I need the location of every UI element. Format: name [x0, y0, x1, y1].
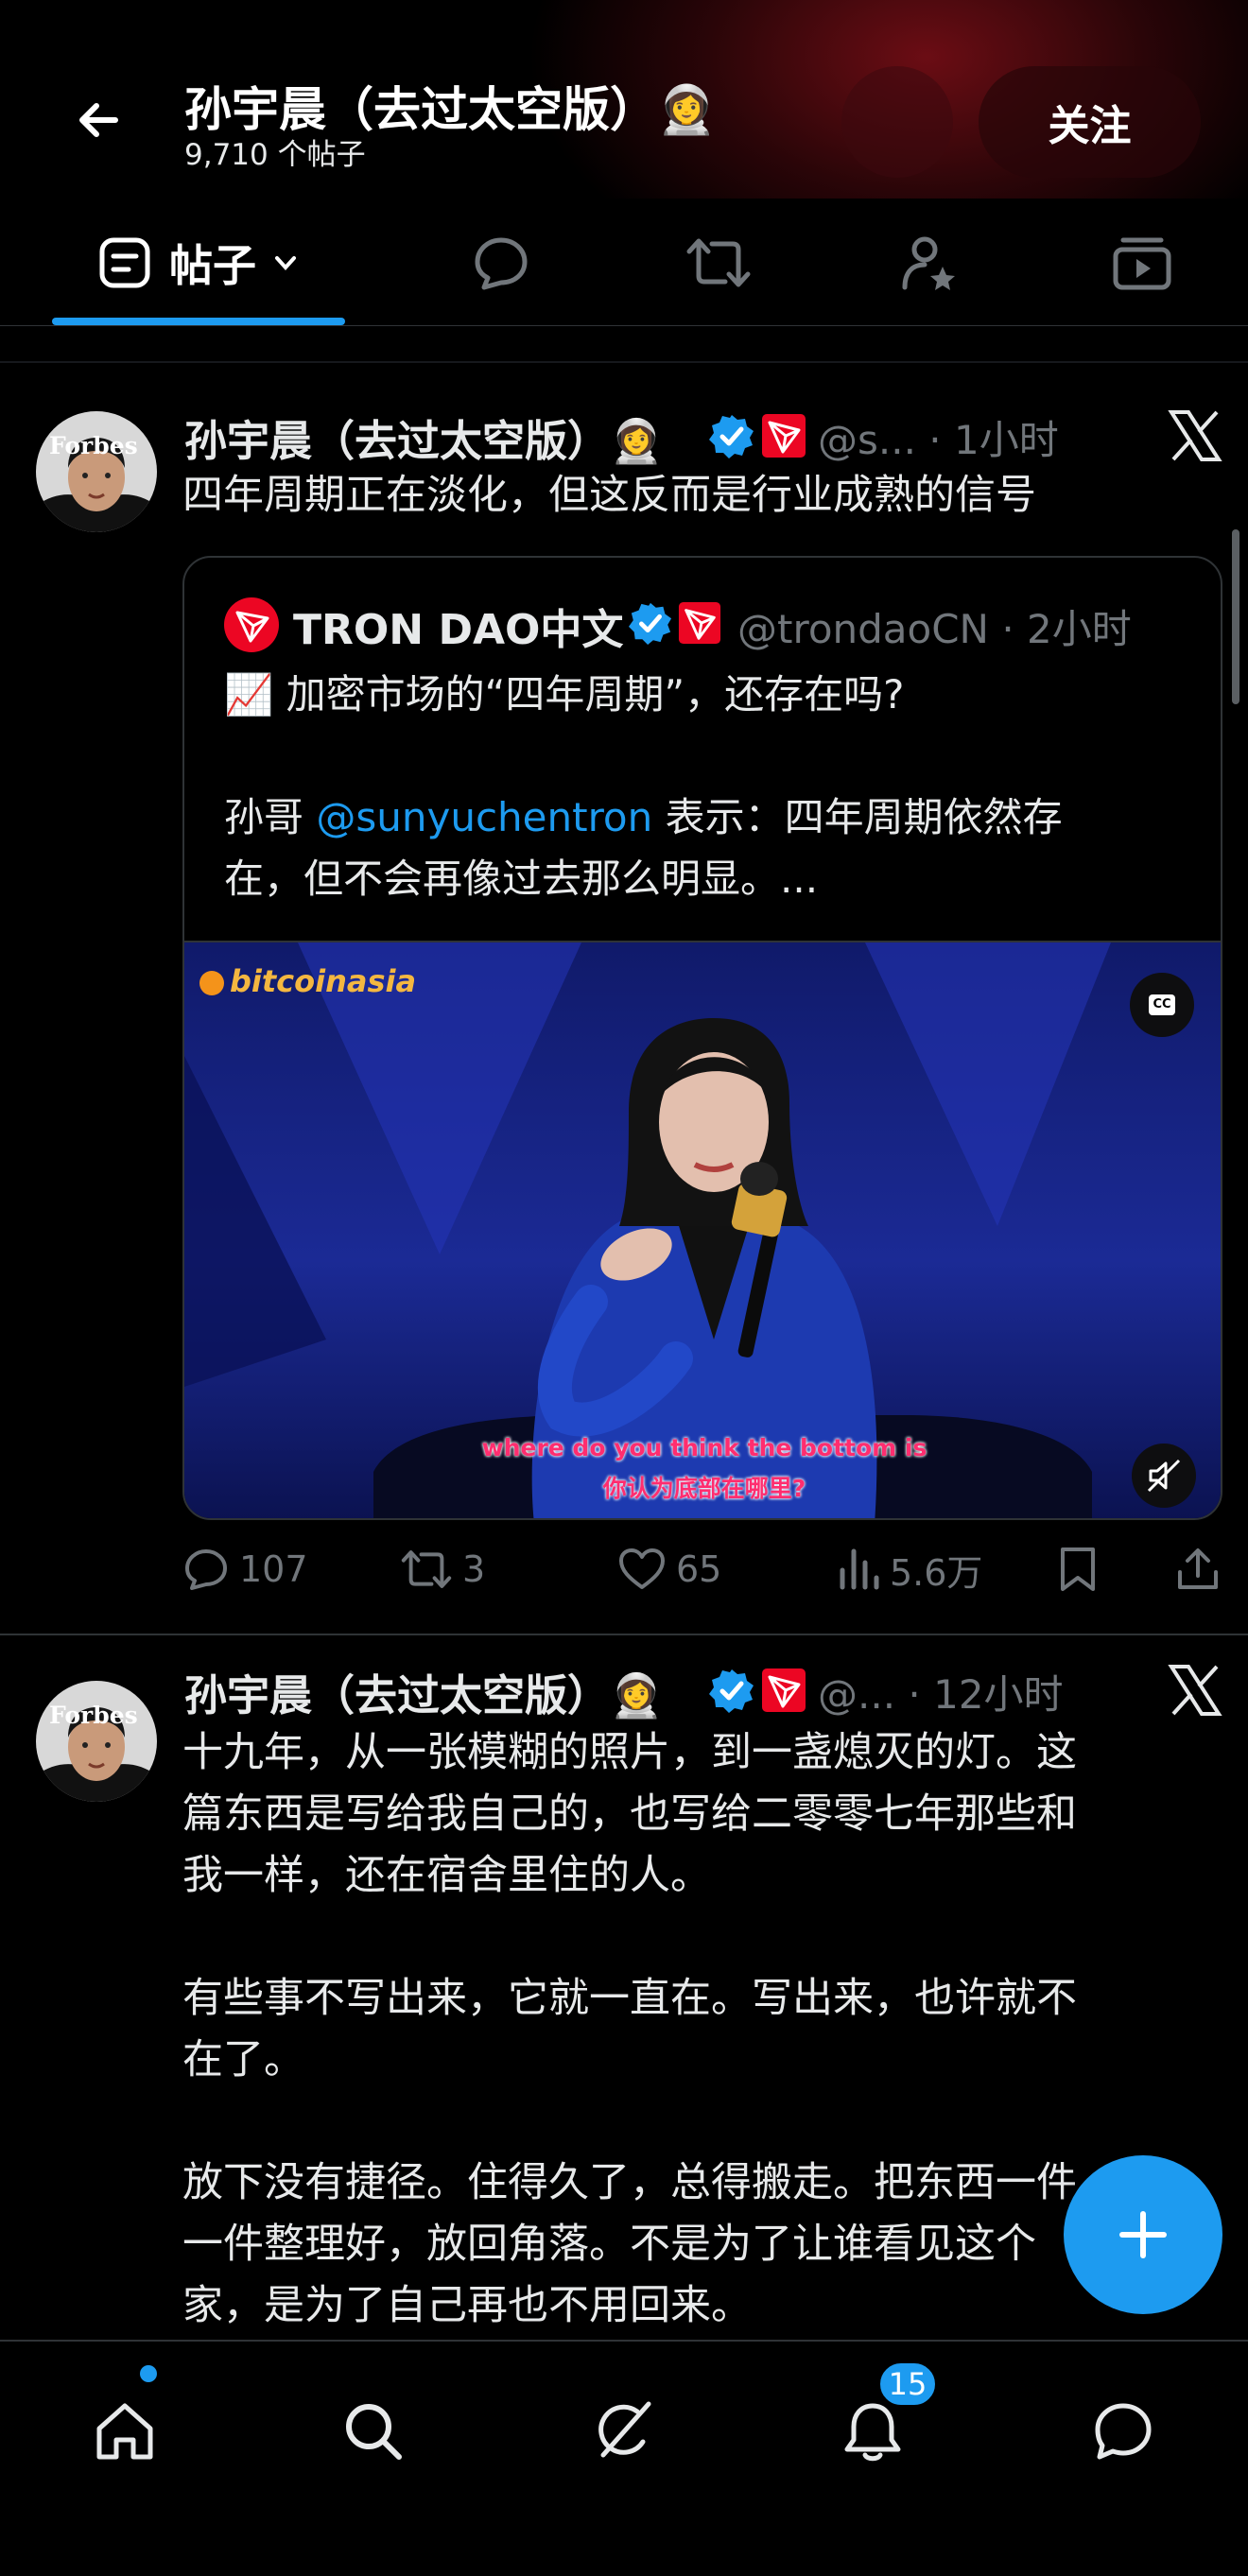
tron-avatar-icon [224, 597, 279, 652]
more-options-button[interactable] [841, 66, 953, 178]
media-icon [1113, 237, 1171, 289]
views-count: 5.6万 [890, 1551, 983, 1594]
bell-icon [844, 2403, 901, 2462]
plus-icon [1119, 2211, 1167, 2258]
chevron-down-icon [275, 255, 296, 270]
post-count: 9,710 个帖子 [184, 138, 366, 172]
reply-count: 107 [239, 1548, 308, 1590]
share-button[interactable] [1175, 1536, 1221, 1602]
post-handle-time: @... · 12小时 [818, 1671, 1064, 1718]
search-icon [346, 2404, 402, 2460]
quoted-author: TRON DAO中文 [293, 606, 624, 654]
x-logo-icon[interactable] [1168, 1663, 1222, 1718]
grok-icon [598, 2401, 651, 2458]
post-actions: 107 3 65 5.6万 [182, 1536, 1232, 1602]
post-line: 我一样，还在宿舍里住的人。 [182, 1852, 711, 1899]
avatar-forbes-label: Forbes [49, 1702, 138, 1729]
reply-icon [185, 1549, 227, 1590]
back-arrow-icon [79, 103, 118, 137]
nav-grok[interactable] [571, 2379, 675, 2483]
heart-icon [619, 1548, 665, 1589]
messages-icon [1095, 2403, 1152, 2460]
compose-button[interactable] [1064, 2155, 1222, 2314]
x-logo-icon[interactable] [1168, 408, 1222, 463]
tab-posts-label: 帖子 [169, 239, 256, 291]
post-handle-time: @s... · 1小时 [818, 417, 1059, 463]
quoted-text-line2: 孙哥 @sunyuchentron 表示：四年周期依然存 [224, 794, 1063, 840]
repost-button[interactable]: 3 [400, 1536, 485, 1602]
nav-messages[interactable] [1071, 2379, 1175, 2483]
post-line: 家，是为了自己再也不用回来。 [182, 2282, 752, 2329]
quoted-handle-time: @trondaoCN · 2小时 [737, 606, 1132, 652]
cc-icon: CC [1149, 994, 1175, 1015]
post-line: 在了。 [182, 2036, 304, 2083]
video-subtitle-zh: 你认为底部在哪里? [602, 1475, 806, 1502]
tab-subscriptions[interactable] [863, 199, 996, 326]
video-subtitle-en: where do you think the bottom is [481, 1434, 927, 1461]
avatar[interactable]: Forbes [36, 1681, 157, 1802]
verified-icon [709, 415, 754, 458]
quoted-text-line1: 📈 加密市场的“四年周期”，还存在吗? [224, 671, 905, 717]
post-author[interactable]: 孙宇晨（去过太空版）👩‍🚀 [184, 1661, 663, 1722]
notification-badge: 15 [877, 2360, 938, 2408]
mute-button[interactable] [1132, 1444, 1196, 1508]
avatar-image [36, 1681, 157, 1802]
like-button[interactable]: 65 [617, 1536, 721, 1602]
home-icon [96, 2403, 153, 2460]
posts-icon [99, 237, 150, 287]
replies-icon [475, 237, 528, 289]
quoted-tron-badge-icon [678, 601, 721, 645]
post-text: 四年周期正在淡化，但这反而是行业成熟的信号 [182, 472, 1036, 519]
repost-count: 3 [462, 1548, 486, 1590]
captions-button[interactable]: CC [1130, 973, 1194, 1037]
bottom-nav [0, 2340, 1248, 2576]
post-line: 放下没有捷径。住得久了，总得搬走。把东西一件 [182, 2159, 1077, 2206]
post-line: 篇东西是写给我自己的，也写给二零零七年那些和 [182, 1790, 1077, 1838]
reposts-icon [686, 238, 751, 286]
tab-replies[interactable] [435, 199, 567, 326]
video-player[interactable]: bitcoinasia CC where do you think the bo… [184, 941, 1221, 1518]
profile-header: 孙宇晨（去过太空版）👩‍🚀 9,710 个帖子 关注 [0, 0, 1248, 199]
profile-tabs: 帖子 [0, 199, 1248, 326]
post-author[interactable]: 孙宇晨（去过太空版）👩‍🚀 [184, 406, 663, 468]
volume-muted-icon [1147, 1459, 1181, 1493]
post-line: 有些事不写出来，它就一直在。写出来，也许就不 [182, 1975, 1077, 2022]
quoted-text-line3: 在，但不会再像过去那么明显。... [224, 856, 819, 902]
post-line: 十九年，从一张模糊的照片，到一盏熄灭的灯。这 [182, 1729, 1077, 1776]
tab-reposts[interactable] [652, 199, 785, 326]
repost-icon [401, 1550, 452, 1588]
views-button[interactable]: 5.6万 [837, 1536, 982, 1602]
tab-posts[interactable]: 帖子 [52, 199, 345, 326]
home-unread-dot [140, 2365, 157, 2382]
nav-search[interactable] [321, 2379, 425, 2483]
post-divider [0, 1634, 1248, 1635]
bookmark-button[interactable] [1057, 1536, 1099, 1602]
mention-link[interactable]: @sunyuchentron [316, 794, 652, 840]
share-icon [1178, 1548, 1218, 1589]
nav-home[interactable] [73, 2379, 177, 2483]
avatar[interactable]: Forbes [36, 411, 157, 532]
avatar-image [36, 411, 157, 532]
like-count: 65 [676, 1548, 722, 1590]
section-divider [0, 361, 1248, 363]
subscribe-icon [902, 236, 955, 290]
tab-active-indicator [52, 318, 345, 325]
verified-icon [709, 1669, 754, 1713]
quoted-post[interactable]: TRON DAO中文 @trondaoCN · 2小时 📈 加密市场的“四年周期… [182, 556, 1222, 1520]
follow-button[interactable]: 关注 [979, 66, 1201, 178]
tab-media[interactable] [1076, 199, 1208, 326]
scrollbar[interactable] [1232, 529, 1239, 704]
reply-button[interactable]: 107 [182, 1536, 308, 1602]
bitcoinasia-logo: bitcoinasia [199, 963, 416, 999]
bookmark-icon [1061, 1547, 1095, 1591]
tron-badge-icon [762, 414, 806, 458]
back-button[interactable] [66, 87, 132, 153]
views-icon [840, 1548, 879, 1590]
avatar-forbes-label: Forbes [49, 432, 138, 459]
tron-badge-icon [762, 1668, 806, 1712]
quoted-verified-icon [629, 602, 672, 645]
quoted-text: 📈 加密市场的“四年周期”，还存在吗? 孙哥 @sunyuchentron 表示… [224, 664, 1198, 909]
